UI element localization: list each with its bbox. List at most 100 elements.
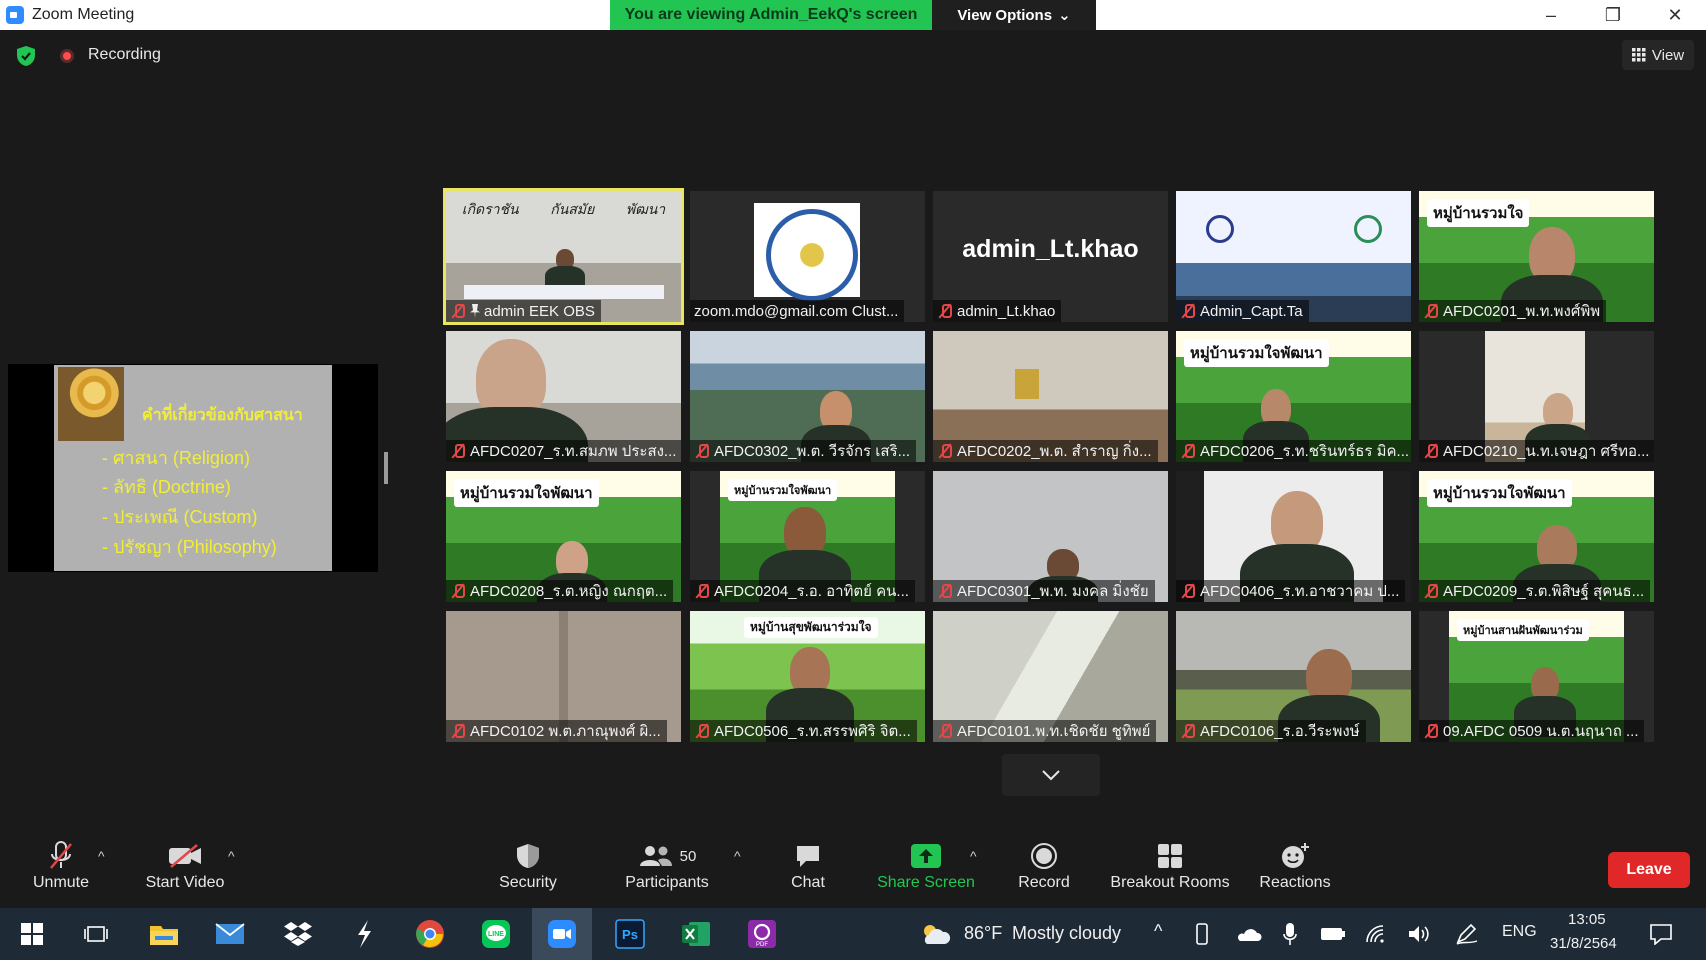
dropbox-icon[interactable] [280, 916, 316, 952]
task-view-icon[interactable] [78, 916, 114, 952]
video-tile[interactable]: หมู่บ้านรวมใจพัฒนา AFDC0209_ร.ต.พิสิษฐ์ … [1419, 471, 1654, 602]
video-tile[interactable]: AFDC0302_พ.ต. วีรจักร เสริ... [690, 331, 925, 462]
video-tile[interactable]: AFDC0210_น.ท.เจษฎา ศรีทอ... [1419, 331, 1654, 462]
volume-icon[interactable] [1404, 916, 1434, 952]
close-icon[interactable]: ✕ [1644, 0, 1706, 30]
video-tile[interactable]: AFDC0207_ร.ท.สมภพ ประสง... [446, 331, 681, 462]
wall-picture [1015, 369, 1039, 399]
audio-options-caret-icon[interactable]: ^ [98, 848, 105, 864]
pdf-icon[interactable]: PDF [744, 916, 780, 952]
clock-date[interactable]: 31/8/2564 [1550, 935, 1617, 952]
video-tile[interactable]: หมู่บ้านรวมใจพัฒนา AFDC0206_ร.ท.ชรินทร์ธ… [1176, 331, 1411, 462]
battery-icon[interactable] [1318, 916, 1348, 952]
leave-meeting-button[interactable]: Leave [1608, 852, 1690, 888]
reactions-button[interactable]: Reactions [1258, 838, 1332, 898]
video-tile[interactable]: AFDC0301_พ.ท. มงคล มิ่งชัย [933, 471, 1168, 602]
view-label: View [1651, 46, 1685, 64]
participant-name-label: AFDC0106_ร.อ.วีระพงษ์ [1176, 720, 1366, 742]
line-icon[interactable]: LINE [478, 916, 514, 952]
panel-resize-handle[interactable] [384, 452, 388, 484]
windows-start-icon[interactable] [14, 916, 50, 952]
participant-name-label: admin EEK OBS [446, 300, 601, 322]
video-tile[interactable]: AFDC0102 พ.ต.ภาณุพงศ์ ผิ... [446, 611, 681, 742]
excel-icon[interactable] [678, 916, 714, 952]
video-tile[interactable]: AFDC0106_ร.อ.วีระพงษ์ [1176, 611, 1411, 742]
video-tile[interactable]: admin_Lt.khao admin_Lt.khao [933, 191, 1168, 322]
mail-icon[interactable] [212, 916, 248, 952]
gallery-next-page-button[interactable] [1002, 754, 1100, 796]
zoom-icon[interactable] [544, 916, 580, 952]
wifi-icon[interactable] [1362, 916, 1392, 952]
share-options-caret-icon[interactable]: ^ [970, 848, 977, 864]
video-tile[interactable]: เกิดราชัน กันสมัย พัฒนา admin EEK OBS [443, 188, 684, 325]
security-button[interactable]: Security [494, 838, 562, 898]
thunder-icon[interactable] [346, 916, 382, 952]
onedrive-cloud-icon[interactable] [1234, 916, 1264, 952]
virtual-background-banner: หมู่บ้านรวมใจพัฒนา [728, 479, 838, 501]
buddha-image [58, 367, 124, 441]
participant-figure [766, 647, 854, 742]
participant-figure [1513, 525, 1601, 602]
file-explorer-icon[interactable] [146, 916, 182, 952]
participants-options-caret-icon[interactable]: ^ [734, 848, 741, 864]
participants-button[interactable]: 50 Participants [620, 838, 714, 898]
video-tile[interactable]: Admin_Capt.Ta [1176, 191, 1411, 322]
input-language-indicator[interactable]: ENG [1502, 923, 1537, 941]
clock-time[interactable]: 13:05 [1568, 911, 1606, 928]
video-tile[interactable]: หมู่บ้านรวมใจ AFDC0201_พ.ท.พงศ์พิพ [1419, 191, 1654, 322]
notifications-icon[interactable] [1644, 916, 1678, 952]
video-tile[interactable]: AFDC0202_พ.ต. สำราญ กิ่ง... [933, 331, 1168, 462]
recording-label[interactable]: Recording [88, 46, 161, 64]
breakout-rooms-button[interactable]: Breakout Rooms [1108, 838, 1232, 898]
photoshop-icon[interactable]: Ps [612, 916, 648, 952]
participant-name: AFDC0204_ร.อ. อาทิตย์ คน... [714, 583, 909, 600]
video-tile[interactable]: หมู่บ้านรวมใจพัฒนา AFDC0204_ร.อ. อาทิตย์… [690, 471, 925, 602]
chat-button[interactable]: Chat [786, 838, 830, 898]
restore-icon[interactable]: ❐ [1582, 0, 1644, 30]
video-tile[interactable]: AFDC0406_ร.ท.อาชวาคม ป... [1176, 471, 1411, 602]
microphone-tray-icon[interactable] [1276, 916, 1304, 952]
participant-name: AFDC0210_น.ท.เจษฎา ศรีทอ... [1443, 443, 1650, 460]
participant-name-label: AFDC0506_ร.ท.สรรพศิริ จิต... [690, 720, 917, 742]
participant-name-label: zoom.mdo@gmail.com Clust... [690, 300, 905, 322]
encryption-shield-icon[interactable] [16, 45, 36, 67]
backdrop-word: เกิดราชัน [461, 201, 519, 217]
participant-name: AFDC0101.พ.ท.เชิดชัย ชูทิพย์ [957, 723, 1151, 740]
show-hidden-icons-chevron-icon[interactable]: ^ [1154, 921, 1162, 942]
video-options-caret-icon[interactable]: ^ [228, 848, 235, 864]
participant-figure [758, 507, 852, 602]
chrome-icon[interactable] [412, 916, 448, 952]
video-tile[interactable]: หมู่บ้านรวมใจพัฒนา AFDC0208_ร.ต.หญิง ณกฤ… [446, 471, 681, 602]
mic-muted-icon [450, 443, 466, 459]
video-tile[interactable]: หมู่บ้านสุขพัฒนาร่วมใจ AFDC0506_ร.ท.สรรพ… [690, 611, 925, 742]
weather-cloud-icon[interactable] [918, 916, 952, 952]
svg-text:PDF: PDF [756, 942, 768, 948]
share-screen-button[interactable]: Share Screen [876, 838, 976, 898]
gallery-view-button[interactable]: View [1622, 40, 1694, 70]
slide-item: - ศาสนา (Religion) [102, 448, 250, 468]
weather-description[interactable]: Mostly cloudy [1012, 923, 1121, 944]
record-button[interactable]: Record [1016, 838, 1072, 898]
recording-icon [60, 49, 74, 63]
participant-name: AFDC0302_พ.ต. วีรจักร เสริ... [714, 443, 911, 460]
video-tile[interactable]: หมู่บ้านสานฝันพัฒนาร่วม 09.AFDC 0509 น.ต… [1419, 611, 1654, 742]
participant-name: admin_Lt.khao [957, 302, 1056, 320]
zoom-meeting-window: Zoom Meeting You are viewing Admin_EekQ'… [0, 0, 1706, 960]
video-tile[interactable]: AFDC0101.พ.ท.เชิดชัย ชูทิพย์ [933, 611, 1168, 742]
video-tile[interactable]: zoom.mdo@gmail.com Clust... [690, 191, 925, 322]
security-label: Security [499, 874, 557, 891]
start-video-button[interactable]: Start Video [140, 838, 230, 898]
mic-muted-icon [1423, 303, 1439, 319]
virtual-background-banner: หมู่บ้านรวมใจ [1427, 199, 1530, 227]
pen-input-icon[interactable] [1452, 916, 1482, 952]
phone-link-icon[interactable] [1188, 916, 1216, 952]
participant-figure [536, 541, 608, 602]
view-options-button[interactable]: View Options ⌄ [932, 0, 1096, 30]
shared-screen-panel[interactable]: คำที่เกี่ยวข้องกับศาสนา - ศาสนา (Religio… [8, 364, 378, 572]
weather-temperature[interactable]: 86°F [964, 923, 1002, 944]
minimize-icon[interactable]: – [1520, 0, 1582, 30]
participant-name: AFDC0301_พ.ท. มงคล มิ่งชัย [957, 583, 1149, 600]
unmute-button[interactable]: Unmute [26, 838, 96, 898]
participant-name: AFDC0206_ร.ท.ชรินทร์ธร มิค... [1200, 443, 1410, 460]
grid-icon [1631, 48, 1646, 62]
